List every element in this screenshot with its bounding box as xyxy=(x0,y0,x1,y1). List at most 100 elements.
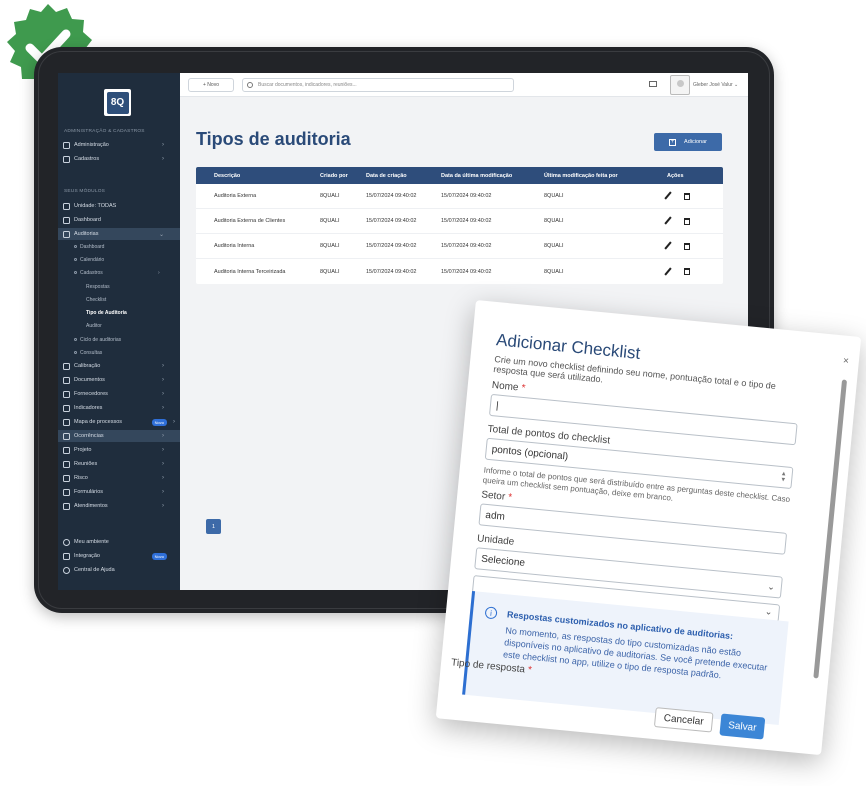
app-logo[interactable]: 8Q xyxy=(104,89,131,116)
new-button[interactable]: + Novo xyxy=(188,78,234,92)
cell-modified-by: 8QUALI xyxy=(544,268,564,275)
cell-description: Auditoria Interna xyxy=(214,243,255,249)
sidebar-item-dashboard[interactable]: Dashboard xyxy=(58,214,180,226)
sidebar-sub-respostas[interactable]: Respostas xyxy=(86,284,110,290)
sidebar-item-integracao[interactable]: Integração Novo xyxy=(58,550,180,562)
add-checklist-modal: Adicionar Checklist × Crie um novo check… xyxy=(435,300,862,756)
number-stepper-icon[interactable]: ▲ ▼ xyxy=(780,471,787,484)
chevron-right-icon: › xyxy=(162,461,164,467)
help-icon xyxy=(63,566,70,574)
cell-description: Auditoria Externa xyxy=(214,193,257,199)
sidebar-sub-auditor[interactable]: Auditor xyxy=(86,323,102,329)
chevron-right-icon: › xyxy=(158,270,160,276)
sidebar-item-unidade[interactable]: Unidade: TODAS xyxy=(58,200,180,212)
sidebar-item-fornecedores[interactable]: Fornecedores › xyxy=(58,388,180,400)
dot-icon xyxy=(74,271,77,275)
sidebar-sub-cadastros[interactable]: Cadastros › xyxy=(74,270,160,276)
column-header[interactable]: Descrição xyxy=(214,167,240,184)
folder-icon xyxy=(63,446,70,454)
sidebar-item-calibracao[interactable]: Calibração › xyxy=(58,360,180,372)
sidebar-section-modules: SEUS MÓDULOS xyxy=(64,189,106,194)
sidebar-sub-checklist[interactable]: Checklist xyxy=(86,297,106,303)
sidebar-item-auditorias[interactable]: Auditorias ⌄ xyxy=(58,228,180,240)
sidebar-item-indicadores[interactable]: Indicadores › xyxy=(58,402,180,414)
table-row: Auditoria Interna 8QUALI 15/07/2024 09:4… xyxy=(196,234,723,259)
edit-icon[interactable] xyxy=(664,234,672,258)
column-header[interactable]: Criado por xyxy=(320,167,348,184)
chevron-right-icon: › xyxy=(162,142,164,148)
cell-created-at: 15/07/2024 09:40:02 xyxy=(366,193,417,199)
sidebar-item-central-ajuda[interactable]: Central de Ajuda xyxy=(58,564,180,576)
column-header[interactable]: Última modificação feita por xyxy=(544,167,618,184)
sidebar-sub-tipo-auditoria[interactable]: Tipo de Auditoria xyxy=(86,310,127,316)
dot-icon xyxy=(74,245,77,249)
chevron-down-icon: ⌄ xyxy=(158,231,164,238)
chevron-right-icon: › xyxy=(162,433,164,439)
shield-icon xyxy=(63,230,70,238)
sidebar-sub-calendario[interactable]: Calendário xyxy=(74,257,104,263)
marketing-stage: 8Q ADMINISTRAÇÃO & CADASTROS Administraç… xyxy=(0,0,866,786)
edit-icon[interactable] xyxy=(664,209,672,233)
cell-created-at: 15/07/2024 09:40:02 xyxy=(366,218,417,224)
column-header[interactable]: Data da última modificação xyxy=(441,167,512,184)
dot-icon xyxy=(74,351,77,355)
bar-chart-icon xyxy=(63,404,70,412)
cell-created-by: 8QUALI xyxy=(320,193,340,199)
plug-icon xyxy=(63,552,70,560)
chevron-right-icon: › xyxy=(162,447,164,453)
cell-created-at: 15/07/2024 09:40:02 xyxy=(366,243,417,249)
building-icon xyxy=(63,202,70,210)
user-name[interactable]: Gleber José Valur ⌄ xyxy=(693,82,738,88)
edit-icon[interactable] xyxy=(664,259,672,284)
sitemap-icon xyxy=(63,418,70,426)
sidebar-sub-consultas[interactable]: Consultas xyxy=(74,350,102,356)
trash-icon[interactable] xyxy=(684,184,690,208)
file-icon xyxy=(63,155,70,163)
sidebar-sub-dashboard[interactable]: Dashboard xyxy=(74,244,104,250)
sidebar-item-projeto[interactable]: Projeto › xyxy=(58,444,180,456)
edit-icon[interactable] xyxy=(664,184,672,208)
sidebar-item-formularios[interactable]: Formulários › xyxy=(58,486,180,498)
sidebar-item-ocorrencias[interactable]: Ocorrências › xyxy=(58,430,180,442)
chevron-right-icon: › xyxy=(162,475,164,481)
sidebar-item-cadastros[interactable]: Cadastros › xyxy=(58,153,180,165)
mail-icon[interactable] xyxy=(649,81,657,87)
search-input[interactable]: Buscar documentos, indicadores, reuniões… xyxy=(242,78,514,92)
save-button[interactable]: Salvar xyxy=(719,713,766,740)
table-header: Descrição Criado por Data de criação Dat… xyxy=(196,167,723,184)
grid-icon xyxy=(63,216,70,224)
sidebar-item-meu-ambiente[interactable]: Meu ambiente xyxy=(58,536,180,548)
search-icon xyxy=(247,82,253,88)
cell-created-by: 8QUALI xyxy=(320,268,340,275)
chevron-down-icon: ⌄ xyxy=(766,581,776,592)
sidebar-sub-ciclo[interactable]: Ciclo de auditorias xyxy=(74,337,121,343)
truck-icon xyxy=(63,390,70,398)
sidebar-item-administracao[interactable]: Administração › xyxy=(58,139,180,151)
column-header[interactable]: Data de criação xyxy=(366,167,407,184)
cell-modified-at: 15/07/2024 09:40:02 xyxy=(441,268,492,275)
sidebar-item-documentos[interactable]: Documentos › xyxy=(58,374,180,386)
modal-scrollbar[interactable] xyxy=(813,379,848,679)
alert-circle-icon xyxy=(63,432,70,440)
info-icon: i xyxy=(484,606,498,620)
sidebar-item-mapa-processos[interactable]: Mapa de processos Novo › xyxy=(58,416,180,428)
avatar[interactable] xyxy=(670,75,690,95)
trash-icon[interactable] xyxy=(684,259,690,284)
trash-icon[interactable] xyxy=(684,234,690,258)
plus-icon: + xyxy=(669,138,677,146)
cancel-button[interactable]: Cancelar xyxy=(653,707,714,733)
sidebar-item-reunioes[interactable]: Reuniões › xyxy=(58,458,180,470)
key-icon xyxy=(63,141,70,149)
audit-types-table: Descrição Criado por Data de criação Dat… xyxy=(196,167,723,284)
chevron-down-icon: ⌄ xyxy=(764,606,773,617)
sidebar-item-risco[interactable]: Risco › xyxy=(58,472,180,484)
table-row: Auditoria Externa de Clientes 8QUALI 15/… xyxy=(196,209,723,234)
add-button[interactable]: + Adicionar xyxy=(654,133,722,151)
sector-input[interactable]: adm xyxy=(478,503,788,555)
trash-icon[interactable] xyxy=(684,209,690,233)
cell-modified-by: 8QUALI xyxy=(544,243,564,249)
sidebar-item-atendimentos[interactable]: Atendimentos › xyxy=(58,500,180,512)
pagination-page-button[interactable]: 1 xyxy=(206,519,221,534)
chevron-right-icon: › xyxy=(162,156,164,162)
close-icon[interactable]: × xyxy=(842,355,849,367)
